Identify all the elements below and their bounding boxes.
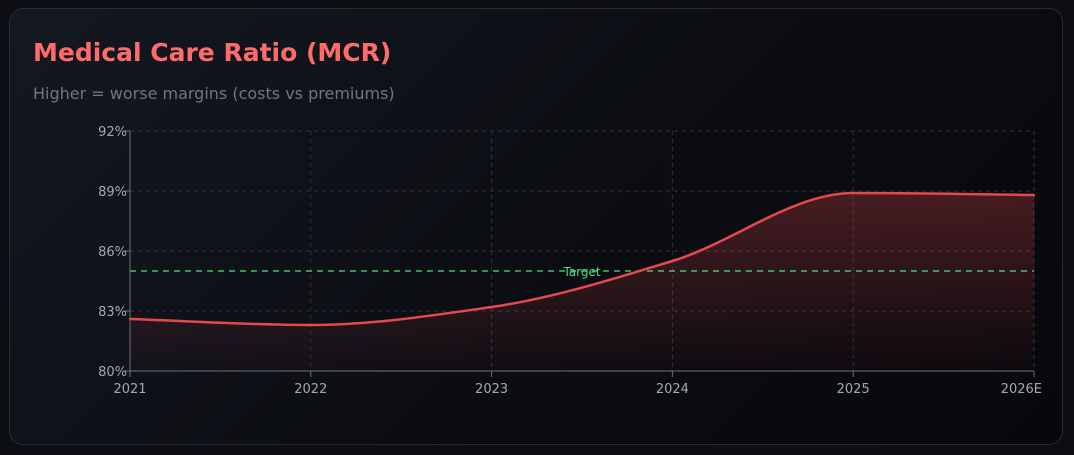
y-tick-label: 92% [98, 125, 127, 140]
x-tick-label: 2025 [837, 382, 870, 397]
x-tick-label: 2022 [294, 382, 327, 397]
x-tick-label: 2024 [656, 382, 689, 397]
series-area-fill [130, 193, 1034, 371]
y-tick-label: 83% [98, 305, 127, 320]
x-tick-label: 2026E [1001, 382, 1042, 397]
y-tick-label: 86% [98, 245, 127, 260]
series-area [130, 193, 1034, 371]
target-label: Target [562, 265, 600, 279]
mcr-area-chart: Target 80% 83% 86% 89% 92% 2021 2022 2023 2024 20… [98, 125, 1042, 397]
y-tick-label: 89% [98, 185, 127, 200]
x-tick-label: 2023 [475, 382, 508, 397]
y-tick-label: 80% [98, 365, 127, 380]
chart-card: Medical Care Ratio (MCR) Higher = worse … [9, 8, 1063, 445]
x-tick-label: 2021 [113, 382, 146, 397]
